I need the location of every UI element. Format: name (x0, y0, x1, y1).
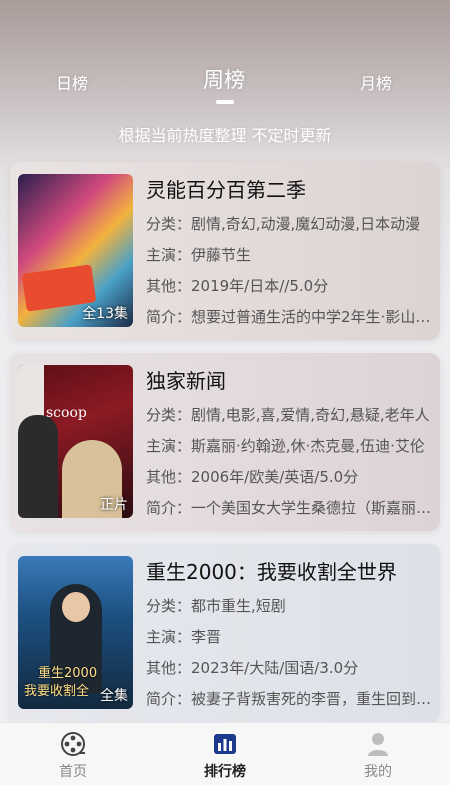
tab-home[interactable]: 首页 (33, 731, 113, 781)
item-intro: 简介：被妻子背叛害死的李晋，重生回到2000年 (146, 690, 432, 708)
tab-monthly[interactable]: 月榜 (360, 70, 392, 94)
poster-text: 重生2000 (38, 666, 98, 681)
poster-title: scoop (46, 405, 87, 421)
ranking-tabs: 日榜 周榜 月榜 (0, 62, 450, 104)
item-other: 其他：2023年/大陆/国语/3.0分 (146, 659, 359, 677)
list-item[interactable]: 全13集 灵能百分百第二季 分类：剧情,奇幻,动漫,魔幻动漫,日本动漫 主演：伊… (10, 162, 440, 340)
bottom-tab-bar: 首页 排行榜 我的 (0, 722, 450, 785)
tab-home-label: 首页 (59, 764, 87, 780)
user-icon (368, 733, 388, 756)
tab-ranking[interactable]: 排行榜 (185, 731, 265, 781)
item-intro: 简介：一个美国女大学生桑德拉（斯嘉丽·约翰逊） (146, 499, 432, 517)
item-other: 其他：2019年/日本//5.0分 (146, 277, 329, 295)
episode-badge: 全集 (100, 688, 128, 704)
item-info: 独家新闻 分类：剧情,电影,喜,爱情,奇幻,悬疑,老年人 主演：斯嘉丽·约翰逊,… (146, 367, 436, 519)
tab-ranking-label: 排行榜 (204, 764, 246, 780)
poster-image[interactable]: 重生2000 我要收割全 全集 (18, 556, 133, 709)
poster-figure (18, 415, 58, 518)
item-other: 其他：2006年/欧美/英语/5.0分 (146, 468, 359, 486)
poster-text: 我要收割全 (24, 684, 90, 699)
bar-chart-icon (214, 734, 236, 754)
item-info: 灵能百分百第二季 分类：剧情,奇幻,动漫,魔幻动漫,日本动漫 主演：伊藤节生 其… (146, 176, 436, 328)
active-tab-indicator (216, 100, 234, 104)
item-genre: 分类：剧情,电影,喜,爱情,奇幻,悬疑,老年人 (146, 406, 430, 424)
list-item[interactable]: 重生2000 我要收割全 全集 重生2000：我要收割全世界 分类：都市重生,短… (10, 544, 440, 722)
item-cast: 主演：斯嘉丽·约翰逊,休·杰克曼,伍迪·艾伦 (146, 437, 425, 455)
poster-face (62, 592, 90, 622)
item-intro: 简介：想要过普通生活的中学2年生·影山茂夫 (146, 308, 432, 326)
tab-mine[interactable]: 我的 (338, 731, 418, 781)
episode-badge: 正片 (100, 497, 128, 513)
item-info: 重生2000：我要收割全世界 分类：都市重生,短剧 主演：李晋 其他：2023年… (146, 558, 436, 710)
film-reel-icon (61, 732, 85, 756)
item-genre: 分类：剧情,奇幻,动漫,魔幻动漫,日本动漫 (146, 215, 421, 233)
poster-image[interactable]: 全13集 (18, 174, 133, 327)
item-title: 重生2000：我要收割全世界 (146, 560, 397, 584)
ranking-subtitle: 根据当前热度整理 不定时更新 (118, 126, 332, 145)
item-cast: 主演：李晋 (146, 628, 222, 646)
tab-daily[interactable]: 日榜 (56, 70, 88, 94)
list-item[interactable]: scoop 正片 独家新闻 分类：剧情,电影,喜,爱情,奇幻,悬疑,老年人 主演… (10, 353, 440, 531)
episode-badge: 全13集 (82, 306, 128, 322)
item-title: 灵能百分百第二季 (146, 178, 306, 202)
item-cast: 主演：伊藤节生 (146, 246, 252, 264)
item-genre: 分类：都市重生,短剧 (146, 597, 286, 615)
poster-image[interactable]: scoop 正片 (18, 365, 133, 518)
tab-mine-label: 我的 (364, 764, 392, 780)
item-title: 独家新闻 (146, 369, 226, 393)
tab-weekly[interactable]: 周榜 (203, 64, 245, 94)
